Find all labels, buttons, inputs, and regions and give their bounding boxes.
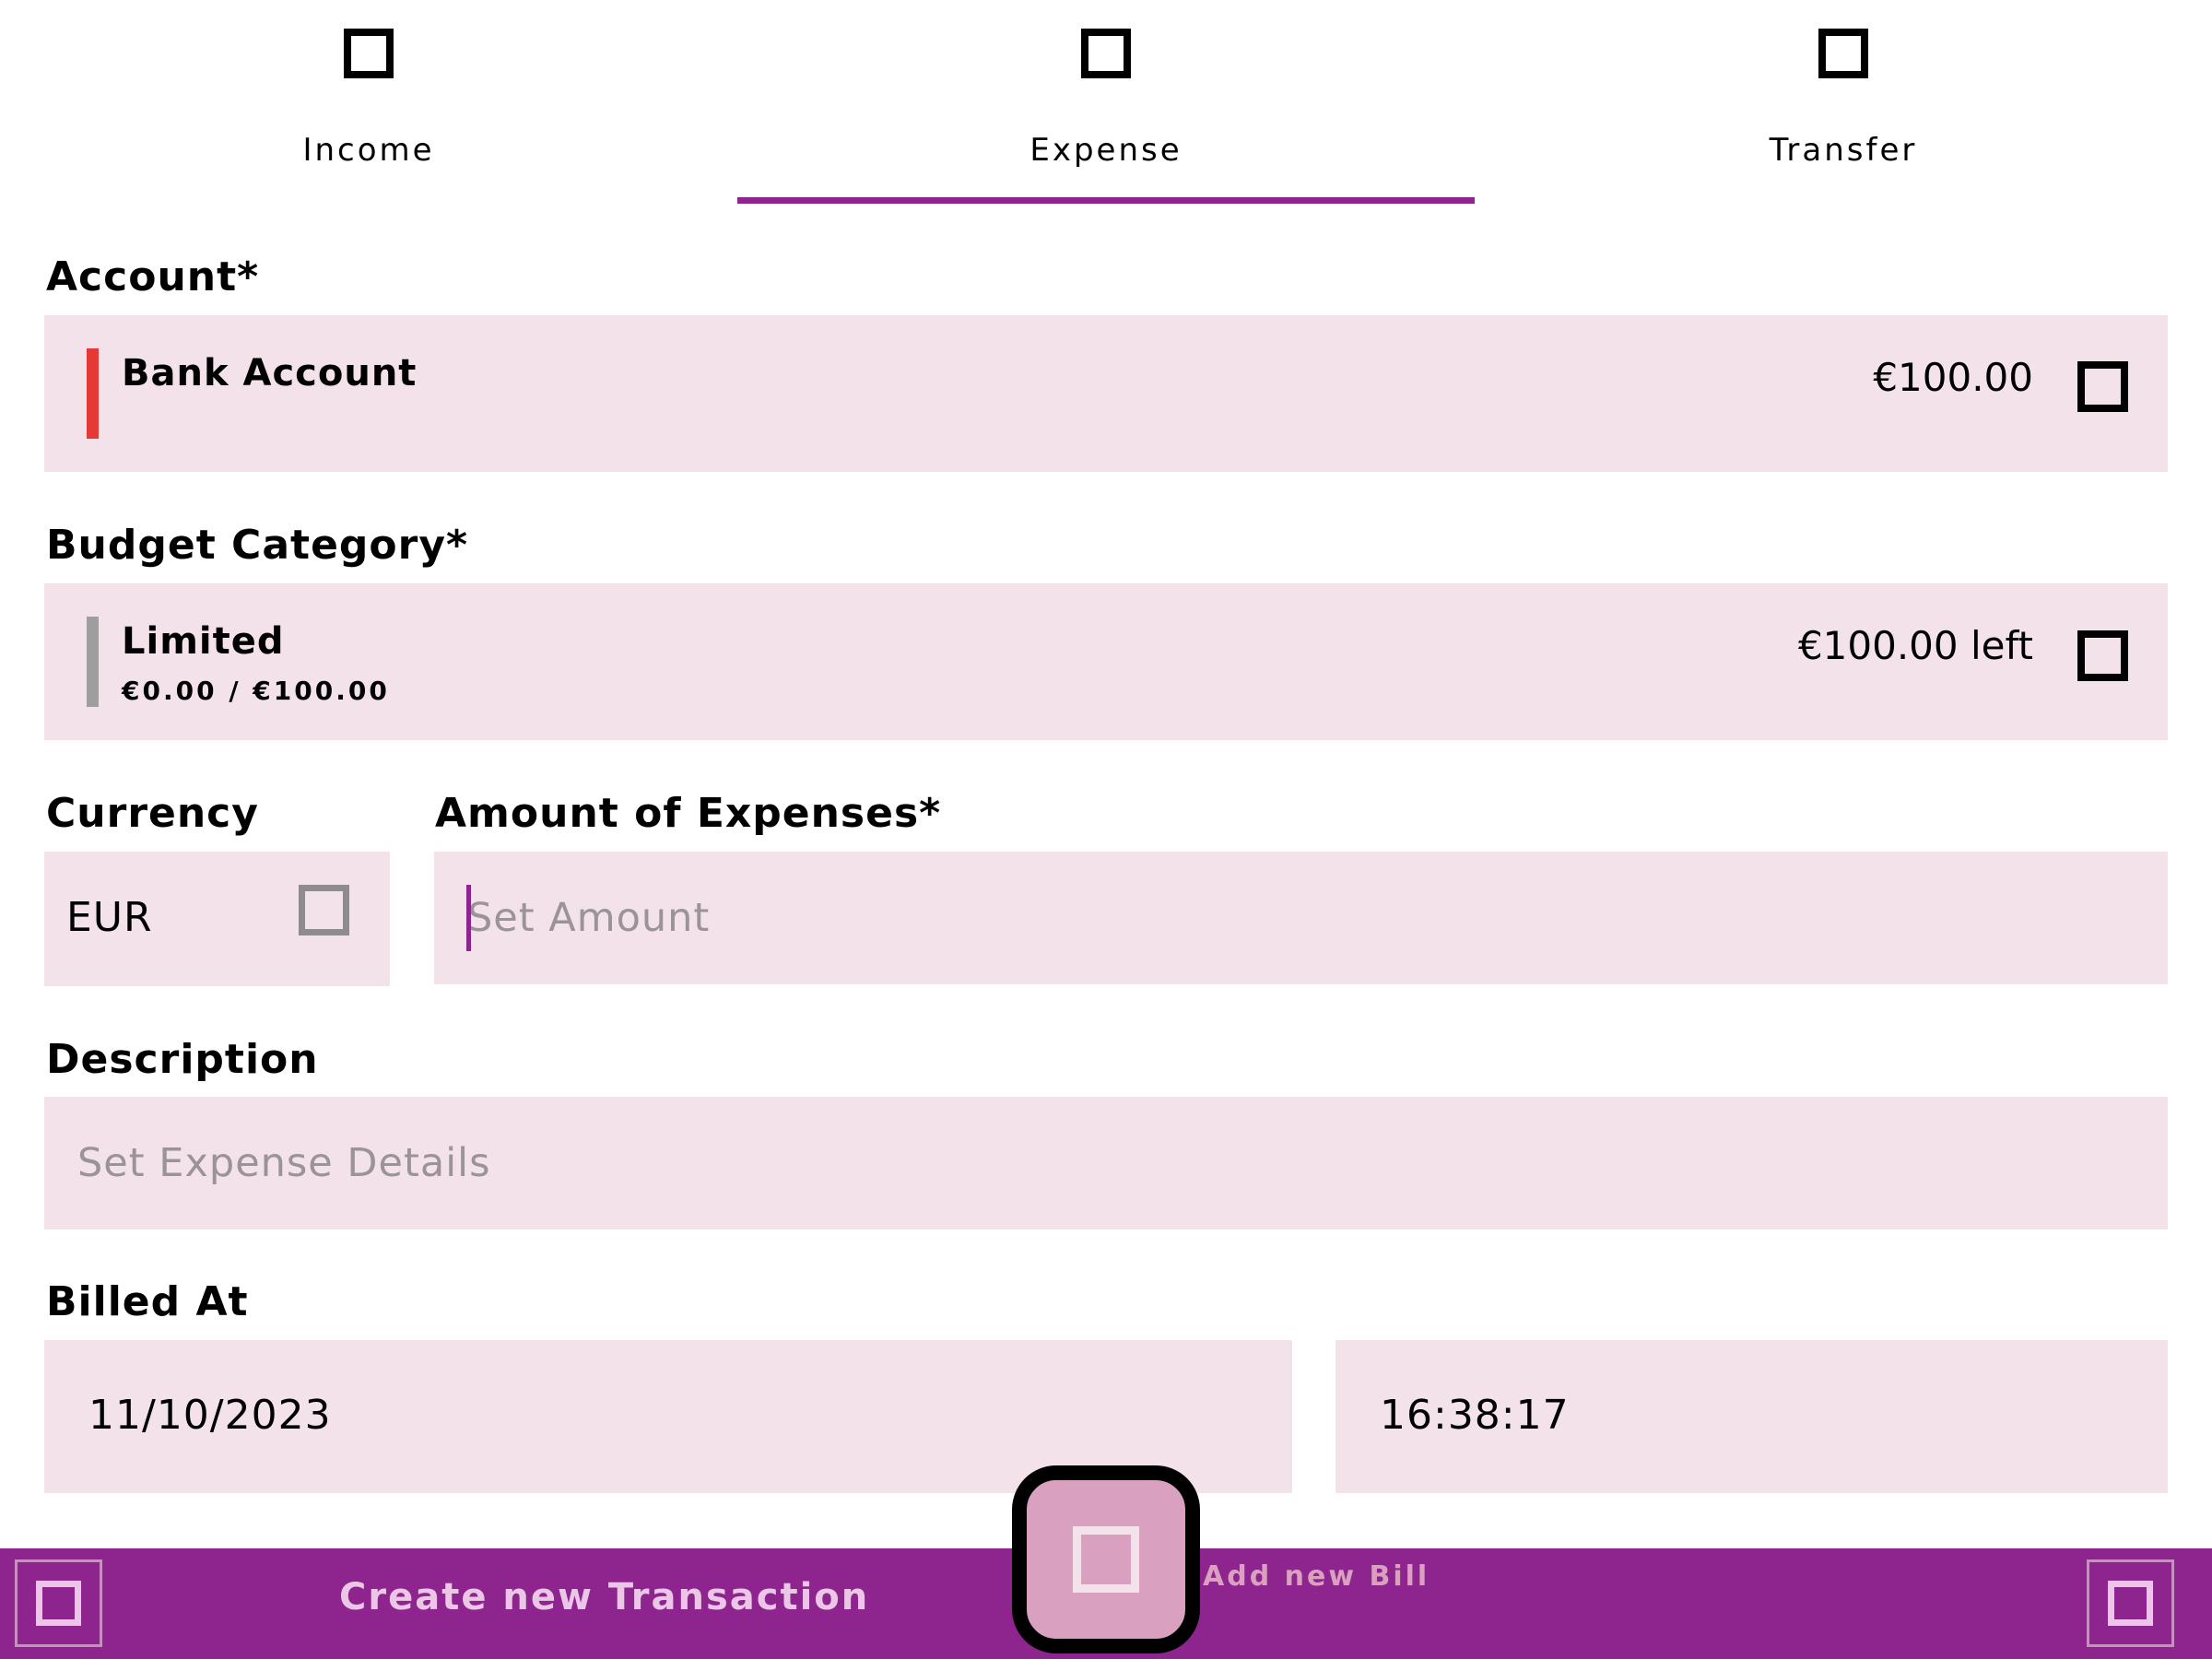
currency-label: Currency (46, 790, 259, 837)
description-field-container (44, 1097, 2168, 1230)
budget-category-label: Budget Category* (46, 522, 469, 569)
square-icon (36, 1581, 81, 1626)
square-icon (1818, 29, 1868, 78)
text-caret (466, 885, 471, 951)
description-label: Description (46, 1036, 319, 1083)
create-transaction-label[interactable]: Create new Transaction (339, 1576, 869, 1618)
right-bar-button[interactable] (2087, 1559, 2174, 1647)
budget-usage: €0.00 / €100.00 (122, 676, 390, 706)
tab-transfer-label: Transfer (1769, 132, 1918, 169)
square-icon (299, 885, 349, 935)
transaction-type-tabs: Income Expense Transfer (0, 0, 2212, 207)
tab-expense[interactable]: Expense (737, 0, 1475, 207)
billed-time: 16:38:17 (1380, 1392, 1570, 1439)
account-selector[interactable]: Bank Account €100.00 (44, 315, 2168, 472)
amount-input[interactable] (467, 885, 2145, 951)
currency-selector[interactable]: EUR (44, 852, 390, 986)
tab-transfer[interactable]: Transfer (1475, 0, 2212, 207)
account-label: Account* (46, 253, 260, 300)
tab-income-label: Income (302, 132, 435, 169)
budget-category-selector[interactable]: Limited €0.00 / €100.00 €100.00 left (44, 583, 2168, 740)
tab-income[interactable]: Income (0, 0, 737, 207)
account-balance: €100.00 (1873, 355, 2033, 400)
amount-field-container (434, 852, 2168, 984)
tab-expense-label: Expense (1030, 132, 1182, 169)
billed-at-label: Billed At (46, 1278, 249, 1325)
square-icon (2077, 361, 2128, 412)
square-icon (344, 29, 394, 78)
add-bill-fab[interactable] (1012, 1465, 1200, 1653)
amount-label: Amount of Expenses* (435, 790, 942, 837)
billed-date: 11/10/2023 (88, 1392, 332, 1439)
account-color-marker (87, 348, 99, 439)
budget-remaining: €100.00 left (1797, 623, 2033, 668)
left-bar-button[interactable] (15, 1559, 102, 1647)
square-icon (2077, 630, 2128, 681)
time-picker-field[interactable]: 16:38:17 (1335, 1340, 2168, 1493)
square-icon (2108, 1581, 2153, 1626)
square-icon (1081, 29, 1131, 78)
description-input[interactable] (77, 1130, 2142, 1196)
square-icon (1073, 1526, 1139, 1593)
budget-color-marker (87, 617, 99, 707)
budget-name: Limited (122, 620, 285, 663)
currency-value: EUR (66, 894, 153, 941)
add-bill-label[interactable]: Add new Bill (1203, 1560, 1430, 1593)
account-name: Bank Account (122, 352, 418, 394)
active-tab-indicator (737, 197, 1475, 204)
